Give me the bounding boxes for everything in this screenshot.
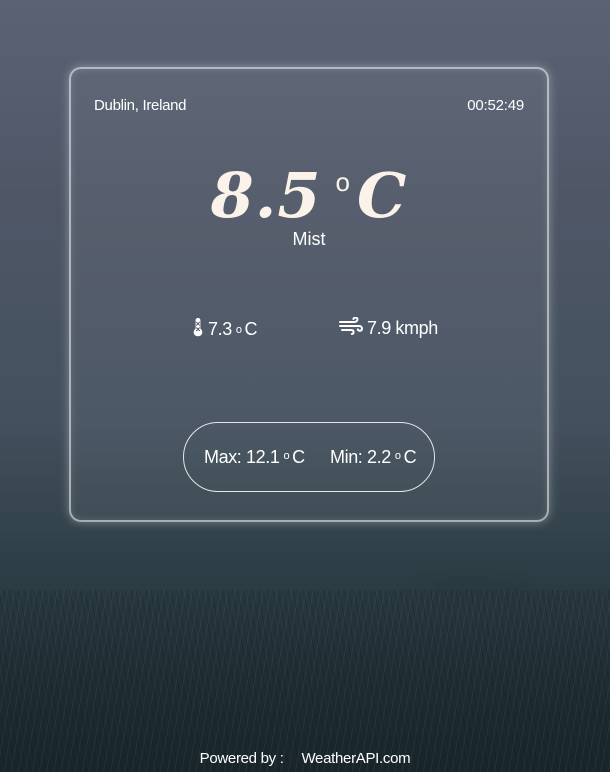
wind-speed-value: 7.9 kmph [367, 318, 438, 338]
wind-stat: 7.9 kmph [339, 316, 438, 340]
temperature-unit: C [356, 159, 408, 232]
max-temperature-value: Max: 12.1 [204, 447, 280, 467]
thermometer-icon [192, 317, 204, 342]
min-max-pill: Max: 12.1 o C Min: 2.2 o C [183, 422, 435, 492]
temperature-value: 8.5 [210, 159, 322, 232]
max-temperature-unit: C [292, 447, 305, 467]
degree-symbol: o [335, 167, 351, 197]
feels-like-stat: 7.3 o C [192, 317, 258, 342]
weatherapi-link[interactable]: WeatherAPI.com [301, 750, 410, 767]
min-degree-symbol: o [394, 450, 401, 462]
min-temperature-unit: C [403, 447, 417, 467]
max-degree-symbol: o [283, 450, 290, 462]
current-temperature: 8.5 oC [71, 147, 547, 231]
wind-icon [339, 316, 364, 340]
weather-card: Dublin, Ireland 00:52:49 8.5 oC Mist 7.3 o… [69, 67, 549, 522]
max-temperature: Max: 12.1 o C [204, 447, 305, 468]
min-temperature-value: Min: 2.2 [330, 447, 391, 467]
feels-like-degree-symbol: o [235, 323, 242, 336]
current-time: 00:52:49 [467, 97, 524, 114]
feels-like-unit: C [244, 319, 258, 339]
background-grass [0, 590, 610, 772]
location-label: Dublin, Ireland [94, 97, 187, 114]
feels-like-value: 7.3 [208, 319, 232, 339]
weather-condition: Mist [292, 229, 326, 249]
footer: Powered by : WeatherAPI.com [0, 750, 610, 767]
powered-by-label: Powered by : [199, 750, 284, 767]
min-temperature: Min: 2.2 o C [330, 447, 417, 468]
stats-row: 7.3 o C 7.9 kmph [71, 316, 547, 342]
